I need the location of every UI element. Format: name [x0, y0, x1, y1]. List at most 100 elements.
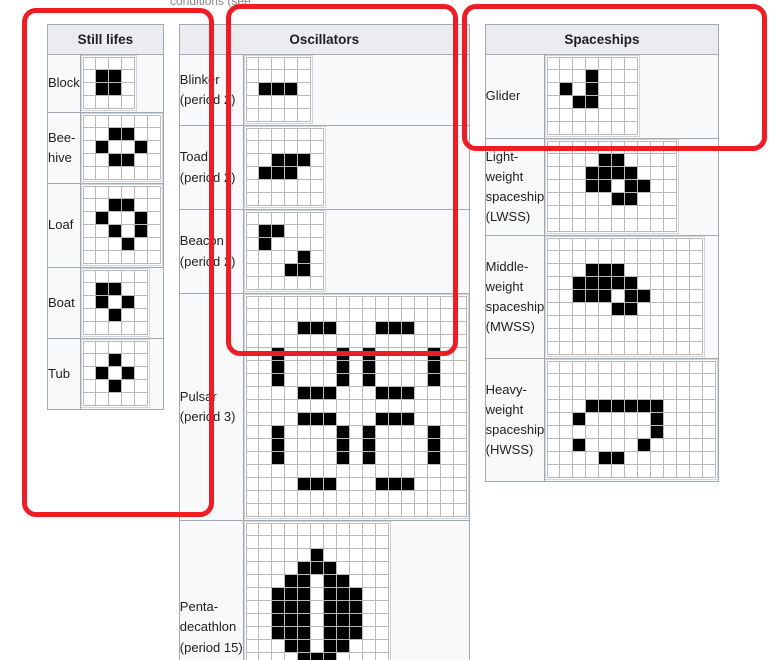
grid-cell-dead — [310, 225, 324, 238]
grid-cell-dead — [427, 387, 441, 400]
grid-cell-dead — [586, 206, 600, 219]
grid-cell-dead — [573, 374, 587, 387]
grid-cell-live — [121, 238, 135, 251]
grid-cell-dead — [612, 238, 626, 251]
grid-cell-dead — [612, 180, 626, 193]
grid-cell-dead — [560, 167, 574, 180]
grid-cell-dead — [284, 413, 298, 426]
grid-cell-dead — [349, 309, 363, 322]
grid-cell-dead — [82, 141, 96, 154]
grid-cell-dead — [258, 109, 272, 122]
grid-cell-dead — [560, 180, 574, 193]
pattern-label-line: Toad — [179, 149, 208, 165]
pattern-label-line: (period 15) — [179, 639, 243, 655]
grid-cell-dead — [414, 400, 428, 413]
grid-cell-dead — [310, 614, 324, 627]
grid-cell-dead — [388, 296, 402, 309]
grid-row — [245, 167, 324, 180]
pattern-label: Heavy-weight spaceship (HWSS) — [484, 358, 546, 482]
grid-row — [245, 70, 311, 83]
grid-cell-dead — [310, 335, 324, 348]
grid-cell-dead — [297, 141, 311, 154]
grid-cell-dead — [638, 167, 652, 180]
grid-cell-dead — [284, 400, 298, 413]
grid-cell-dead — [664, 290, 678, 303]
grid-cell-dead — [297, 335, 311, 348]
table-row: Boat — [47, 267, 164, 339]
grid-cell-dead — [612, 83, 626, 96]
grid-cell-dead — [690, 264, 704, 277]
grid-cell-dead — [586, 316, 600, 329]
pattern-grid — [545, 139, 680, 234]
grid-cell-dead — [664, 206, 678, 219]
grid-cell-dead — [560, 426, 574, 439]
grid-cell-dead — [245, 335, 259, 348]
grid-cell-dead — [573, 122, 587, 135]
grid-cell-dead — [245, 193, 259, 206]
grid-cell-live — [586, 83, 600, 96]
grid-cell-dead — [547, 426, 561, 439]
grid-cell-live — [427, 426, 441, 439]
grid-cell-dead — [310, 400, 324, 413]
table-row: Penta-decathlon (period 15) — [178, 520, 470, 660]
grid-row — [245, 523, 389, 536]
grid-cell-dead — [638, 361, 652, 374]
table-header-spaceships: Spaceships — [484, 24, 720, 55]
grid-cell-dead — [703, 400, 717, 413]
grid-cell-dead — [245, 400, 259, 413]
grid-cell-dead — [586, 219, 600, 232]
grid-cell-dead — [547, 264, 561, 277]
grid-cell-dead — [414, 439, 428, 452]
grid-cell-live — [271, 361, 285, 374]
grid-cell-dead — [599, 439, 613, 452]
grid-cell-dead — [573, 426, 587, 439]
grid-cell-dead — [703, 361, 717, 374]
grid-cell-dead — [651, 316, 665, 329]
grid-cell-dead — [651, 361, 665, 374]
grid-cell-dead — [147, 128, 161, 141]
grid-cell-live — [297, 575, 311, 588]
grid-cell-dead — [271, 504, 285, 517]
grid-cell-dead — [440, 413, 454, 426]
grid-row — [547, 154, 678, 167]
grid-cell-dead — [284, 491, 298, 504]
grid-cell-dead — [599, 193, 613, 206]
grid-cell-dead — [121, 354, 135, 367]
grid-cell-dead — [573, 180, 587, 193]
grid-row — [547, 342, 704, 355]
pattern-label-line: weight — [485, 401, 524, 417]
grid-cell-dead — [323, 536, 337, 549]
grid-cell-dead — [560, 303, 574, 316]
grid-cell-dead — [612, 96, 626, 109]
grid-cell-live — [284, 83, 298, 96]
pattern-label-line: Heavy- — [485, 381, 527, 397]
pattern-grid — [243, 55, 313, 124]
grid-cell-dead — [323, 465, 337, 478]
grid-cell-dead — [560, 57, 574, 70]
grid-cell-dead — [440, 491, 454, 504]
grid-cell-live — [651, 400, 665, 413]
grid-cell-dead — [258, 439, 272, 452]
grid-cell-live — [284, 264, 298, 277]
grid-cell-live — [271, 439, 285, 452]
grid-cell-dead — [560, 206, 574, 219]
grid-cell-dead — [271, 465, 285, 478]
grid-cell-dead — [95, 128, 109, 141]
grid-cell-live — [625, 303, 639, 316]
grid-cell-dead — [147, 251, 161, 264]
grid-cell-dead — [664, 316, 678, 329]
grid-cell-dead — [560, 109, 574, 122]
grid-cell-dead — [121, 167, 135, 180]
grid-cell-dead — [625, 141, 639, 154]
grid-cell-dead — [297, 465, 311, 478]
pattern-label-line: (period 2) — [179, 92, 236, 107]
grid-cell-dead — [375, 348, 389, 361]
grid-row — [245, 296, 467, 309]
grid-cell-live — [573, 277, 587, 290]
grid-cell-dead — [586, 109, 600, 122]
grid-cell-dead — [612, 219, 626, 232]
grid-cell-live — [349, 614, 363, 627]
grid-cell-dead — [612, 342, 626, 355]
grid-cell-dead — [362, 562, 376, 575]
grid-cell-dead — [310, 154, 324, 167]
